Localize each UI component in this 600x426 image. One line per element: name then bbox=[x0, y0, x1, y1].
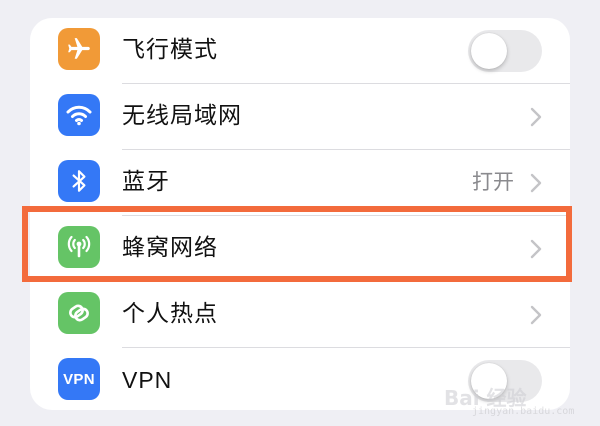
settings-row-airplane-mode[interactable]: 飞行模式 bbox=[30, 18, 570, 83]
toggle-knob bbox=[471, 33, 507, 69]
settings-card: 飞行模式 无线局域网 蓝牙 打开 蜂窝网络 个人热点 VPN VPN bbox=[30, 18, 570, 410]
settings-row-personal-hotspot[interactable]: 个人热点 bbox=[30, 282, 570, 347]
vpn-icon: VPN bbox=[58, 358, 100, 400]
bluetooth-status-value: 打开 bbox=[472, 170, 514, 194]
chevron-right-icon bbox=[530, 173, 542, 193]
airplane-mode-label: 飞行模式 bbox=[122, 37, 218, 63]
settings-row-cellular[interactable]: 蜂窝网络 bbox=[30, 216, 570, 281]
vpn-icon-text: VPN bbox=[63, 370, 95, 388]
baidu-jingyan-watermark: Bai 经验 jingyan.baidu.com bbox=[444, 382, 580, 418]
settings-row-bluetooth[interactable]: 蓝牙 打开 bbox=[30, 150, 570, 215]
wlan-label: 无线局域网 bbox=[122, 103, 242, 129]
airplane-icon bbox=[58, 28, 100, 70]
personal-hotspot-label: 个人热点 bbox=[122, 301, 218, 327]
airplane-mode-toggle[interactable] bbox=[468, 30, 542, 72]
watermark-url-text: jingyan.baidu.com bbox=[472, 406, 575, 417]
bluetooth-icon bbox=[58, 160, 100, 202]
bluetooth-label: 蓝牙 bbox=[122, 169, 170, 195]
vpn-label: VPN bbox=[122, 367, 173, 393]
antenna-icon bbox=[58, 226, 100, 268]
chevron-right-icon bbox=[530, 239, 542, 259]
chevron-right-icon bbox=[530, 107, 542, 127]
chevron-right-icon bbox=[530, 305, 542, 325]
wifi-icon bbox=[58, 94, 100, 136]
settings-row-wlan[interactable]: 无线局域网 bbox=[30, 84, 570, 149]
hotspot-link-icon bbox=[58, 292, 100, 334]
cellular-label: 蜂窝网络 bbox=[122, 235, 218, 261]
